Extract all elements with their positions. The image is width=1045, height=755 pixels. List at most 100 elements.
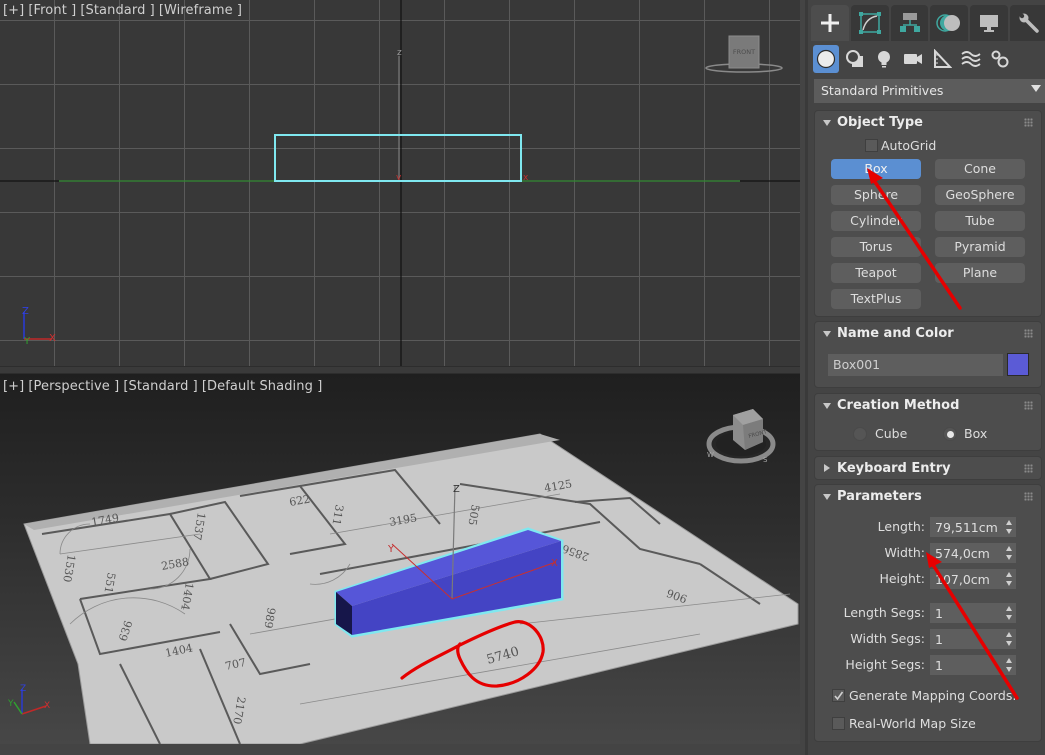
waves-icon: [961, 51, 981, 67]
hierarchy-icon: [899, 13, 920, 32]
viewport-splitter[interactable]: [0, 366, 800, 374]
checkmark-icon: [834, 691, 844, 701]
collapse-triangle-icon: [823, 403, 831, 409]
rollout-object-type-header[interactable]: Object Type: [815, 111, 1041, 135]
object-color-swatch[interactable]: [1007, 353, 1029, 376]
subcategory-shapes[interactable]: [842, 45, 868, 73]
tripod-y-label: Y: [7, 699, 14, 709]
object-type-geosphere-button[interactable]: GeoSphere: [935, 185, 1025, 205]
object-type-plane-button[interactable]: Plane: [935, 263, 1025, 283]
subcategory-systems[interactable]: [987, 45, 1013, 73]
spinner-arrows-icon[interactable]: [1006, 606, 1013, 620]
tripod-x-label: X: [49, 333, 56, 344]
object-type-box-button[interactable]: Box: [831, 159, 921, 179]
modify-curve-icon: [858, 12, 881, 34]
tab-create[interactable]: [811, 5, 849, 41]
perspective-scene: 1749 1530 2588 551 1404 1404 636 707 217…: [7, 433, 799, 744]
tab-motion[interactable]: [930, 5, 969, 41]
generate-mapping-checkbox[interactable]: [832, 689, 845, 702]
drag-grip-icon[interactable]: [1024, 118, 1033, 127]
generate-mapping-label: Generate Mapping Coords.: [849, 688, 1017, 703]
lightbulb-icon: [878, 51, 890, 68]
front-viewport-scene: z y x Z X Y: [0, 0, 800, 366]
width-segs-label: Width Segs:: [850, 631, 925, 646]
subcategory-helpers[interactable]: [929, 45, 955, 73]
creation-method-box-radio[interactable]: [943, 427, 957, 441]
spinner-arrows-icon[interactable]: [1006, 546, 1013, 560]
object-type-tube-button[interactable]: Tube: [935, 211, 1025, 231]
spinner-arrows-icon[interactable]: [1006, 520, 1013, 534]
display-monitor-icon: [980, 15, 999, 32]
object-type-textplus-button[interactable]: TextPlus: [831, 289, 921, 309]
object-type-pyramid-button[interactable]: Pyramid: [935, 237, 1025, 257]
subcategory-geometry[interactable]: [813, 45, 839, 73]
drag-grip-icon[interactable]: [1024, 492, 1033, 501]
width-spinner[interactable]: 574,0cm: [930, 543, 1016, 563]
rollout-creation-method-header[interactable]: Creation Method: [815, 394, 1041, 418]
object-type-sphere-button[interactable]: Sphere: [831, 185, 921, 205]
width-label: Width:: [884, 545, 925, 560]
length-spinner[interactable]: 79,511cm: [930, 517, 1016, 537]
drag-grip-icon[interactable]: [1024, 329, 1033, 338]
height-segs-spinner[interactable]: 1: [930, 655, 1016, 675]
rollout-title: Object Type: [837, 115, 923, 130]
rollout-parameters-header[interactable]: Parameters: [815, 485, 1041, 509]
width-segs-spinner[interactable]: 1: [930, 629, 1016, 649]
object-name-input[interactable]: Box001: [828, 354, 1003, 376]
collapse-triangle-icon: [823, 494, 831, 500]
rollout-title: Parameters: [837, 489, 922, 504]
subcategory-space-warps[interactable]: [958, 45, 984, 73]
rollout-parameters: Parameters Length: 79,511cm Width: 574,0…: [814, 484, 1042, 742]
front-viewcube[interactable]: FRONT: [700, 30, 790, 80]
tab-utilities[interactable]: [1010, 5, 1045, 41]
length-segs-spinner[interactable]: 1: [930, 603, 1016, 623]
tripod-x-line: [21, 705, 47, 715]
subcategory-lights[interactable]: [871, 45, 897, 73]
spinner-arrows-icon[interactable]: [1006, 632, 1013, 646]
viewcube-face-label: FRONT: [733, 48, 755, 56]
gears-icon: [991, 50, 1009, 68]
gizmo-y-label: Y: [387, 544, 395, 555]
tab-modify[interactable]: [850, 5, 889, 41]
spinner-arrows-icon[interactable]: [1006, 658, 1013, 672]
create-subcategories: [813, 44, 1013, 74]
tripod-z-label: Z: [20, 684, 26, 694]
compass-w-label: W: [707, 451, 714, 459]
rollout-name-and-color-header[interactable]: Name and Color: [815, 322, 1041, 346]
rollout-keyboard-entry-header[interactable]: Keyboard Entry: [815, 457, 1041, 481]
object-type-torus-button[interactable]: Torus: [831, 237, 921, 257]
gizmo-z-label: Z: [453, 484, 460, 495]
tripod-y-label: Y: [23, 336, 31, 347]
object-type-cone-button[interactable]: Cone: [935, 159, 1025, 179]
gizmo-z-label: z: [397, 48, 402, 58]
height-label: Height:: [879, 571, 925, 586]
autogrid-label: AutoGrid: [881, 138, 937, 153]
rollout-creation-method: Creation Method Cube Box: [814, 393, 1042, 451]
subcategory-cameras[interactable]: [900, 45, 926, 73]
drag-grip-icon[interactable]: [1024, 401, 1033, 410]
front-viewport[interactable]: [+] [Front ] [Standard ] [Wireframe ] z y x…: [0, 0, 800, 366]
creation-method-cube-radio[interactable]: [853, 427, 867, 441]
rollout-title: Creation Method: [837, 398, 960, 413]
object-type-cylinder-button[interactable]: Cylinder: [831, 211, 921, 231]
plus-icon: [820, 14, 839, 32]
object-type-teapot-button[interactable]: Teapot: [831, 263, 921, 283]
perspective-viewcube[interactable]: FRONT W S: [705, 402, 785, 472]
height-spinner[interactable]: 107,0cm: [930, 569, 1016, 589]
spinner-arrows-icon[interactable]: [1006, 572, 1013, 586]
real-world-map-size-label: Real-World Map Size: [849, 716, 976, 731]
tab-hierarchy[interactable]: [890, 5, 929, 41]
rollout-keyboard-entry: Keyboard Entry: [814, 456, 1042, 480]
status-strip: [0, 744, 805, 755]
autogrid-checkbox[interactable]: [865, 139, 878, 152]
tripod-z-label: Z: [22, 306, 29, 317]
tab-display[interactable]: [970, 5, 1009, 41]
drag-grip-icon[interactable]: [1024, 464, 1033, 473]
real-world-map-size-checkbox[interactable]: [832, 717, 845, 730]
gizmo-x-label: X: [551, 558, 558, 569]
category-dropdown[interactable]: Standard Primitives: [814, 79, 1045, 103]
height-value: 107,0cm: [935, 572, 990, 587]
motion-icon: [936, 14, 961, 32]
perspective-viewport[interactable]: [+] [Perspective ] [Standard ] [Default Sha…: [0, 374, 800, 744]
collapse-triangle-icon: [823, 120, 831, 126]
